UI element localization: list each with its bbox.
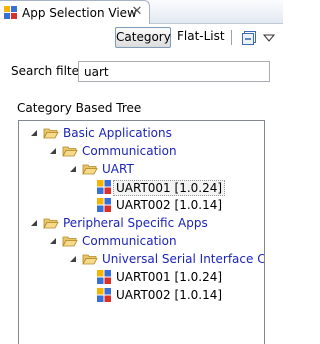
tree-node-label: UART [102, 162, 134, 176]
app-icon [97, 288, 111, 302]
search-filter-input[interactable] [78, 61, 270, 82]
category-tree-heading: Category Based Tree [17, 101, 142, 115]
tree-node-label: Communication [82, 234, 177, 248]
close-icon[interactable]: ✕ [131, 5, 143, 19]
open-folder-icon [62, 146, 78, 157]
collapse-all-icon[interactable] [242, 31, 256, 45]
open-folder-icon [43, 218, 59, 229]
open-folder-icon [43, 128, 59, 139]
view-title-bar: App Selection View ✕ [0, 0, 283, 25]
tree-node-label: UART001 [1.0.24] [113, 180, 226, 196]
expanded-arrow-icon[interactable] [48, 236, 58, 246]
expanded-arrow-icon[interactable] [29, 128, 39, 138]
tree-node-label: Universal Serial Interface Chann [102, 252, 265, 266]
app-view-icon [4, 6, 17, 19]
view-tab[interactable]: App Selection View ✕ [0, 0, 150, 25]
view-toolbar: Category Flat-List [0, 24, 283, 50]
open-folder-icon [82, 164, 98, 175]
open-folder-icon [82, 254, 98, 265]
tree-node-label: UART001 [1.0.24] [116, 270, 223, 284]
expanded-arrow-icon[interactable] [48, 146, 58, 156]
tree-node-label: Basic Applications [63, 126, 172, 140]
app-icon [97, 198, 111, 212]
expanded-arrow-icon[interactable] [68, 164, 78, 174]
view-title: App Selection View [22, 6, 137, 20]
flat-list-button[interactable]: Flat-List [177, 27, 225, 48]
tree-node-label: Communication [82, 144, 177, 158]
category-tree[interactable]: Basic Applications Communication UART UA… [18, 120, 265, 344]
tree-node-label: UART002 [1.0.14] [116, 288, 223, 302]
tree-node-label: UART002 [1.0.14] [116, 198, 223, 212]
expanded-arrow-icon[interactable] [68, 254, 78, 264]
expanded-arrow-icon[interactable] [29, 218, 39, 228]
search-filter-label: Search filter [11, 64, 84, 78]
view-menu-chevron-down-icon[interactable] [263, 32, 275, 44]
tree-node-label: Peripheral Specific Apps [63, 216, 208, 230]
app-icon [97, 270, 111, 284]
toolbar-separator [231, 30, 232, 45]
category-button[interactable]: Category [115, 27, 171, 48]
app-icon [97, 180, 111, 194]
open-folder-icon [62, 236, 78, 247]
